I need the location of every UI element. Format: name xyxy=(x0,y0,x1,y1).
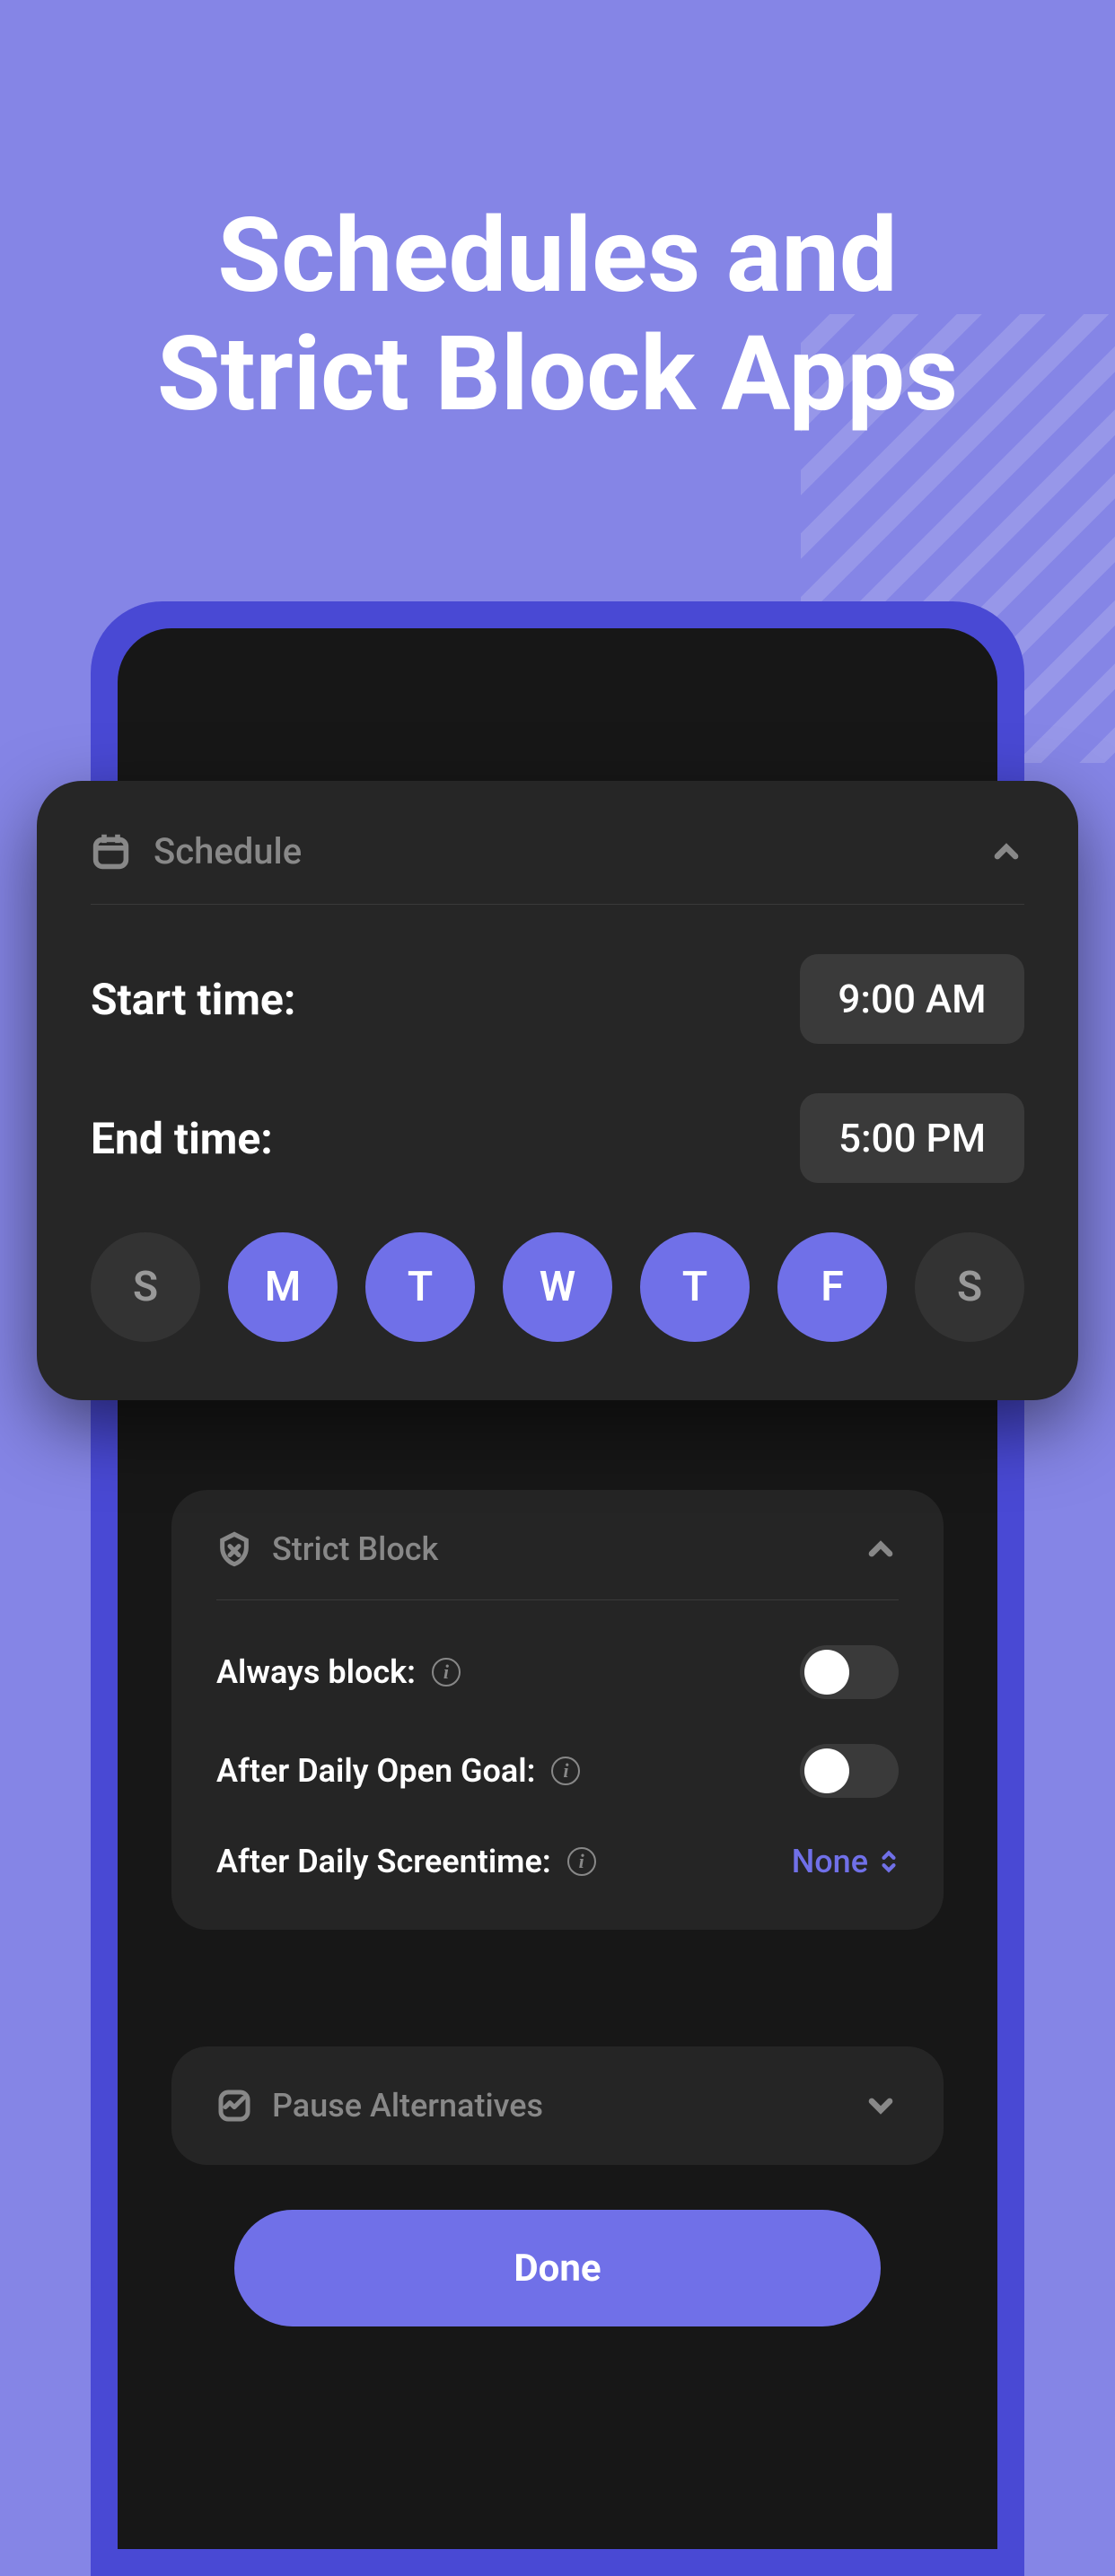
screentime-select[interactable]: None xyxy=(792,1843,899,1880)
chevron-up-icon xyxy=(863,1531,899,1567)
daily-open-goal-label: After Daily Open Goal: xyxy=(216,1752,535,1790)
end-time-row: End time: 5:00 PM xyxy=(91,1093,1024,1183)
start-time-value[interactable]: 9:00 AM xyxy=(800,954,1024,1044)
chevron-down-icon xyxy=(863,2088,899,2124)
strict-block-title: Strict Block xyxy=(272,1530,438,1568)
activity-icon xyxy=(216,2088,252,2124)
info-icon[interactable]: i xyxy=(567,1847,596,1876)
hero-title-line1: Schedules and xyxy=(0,197,1115,316)
day-saturday[interactable]: S xyxy=(915,1232,1024,1342)
shield-icon xyxy=(216,1531,252,1567)
start-time-label: Start time: xyxy=(91,974,295,1025)
pause-alternatives-card[interactable]: Pause Alternatives xyxy=(171,2046,944,2165)
screentime-value: None xyxy=(792,1843,868,1880)
day-wednesday[interactable]: W xyxy=(503,1232,612,1342)
day-sunday[interactable]: S xyxy=(91,1232,200,1342)
calendar-icon xyxy=(91,831,131,872)
day-thursday[interactable]: T xyxy=(640,1232,750,1342)
done-button[interactable]: Done xyxy=(234,2210,881,2326)
pause-alternatives-title: Pause Alternatives xyxy=(272,2087,543,2125)
info-icon[interactable]: i xyxy=(551,1757,580,1785)
strict-block-header[interactable]: Strict Block xyxy=(216,1530,899,1600)
schedule-header[interactable]: Schedule xyxy=(91,830,1024,905)
chevron-up-icon xyxy=(988,834,1024,870)
daily-open-goal-row: After Daily Open Goal: i xyxy=(216,1744,899,1798)
end-time-label: End time: xyxy=(91,1113,273,1164)
info-icon[interactable]: i xyxy=(432,1658,461,1687)
day-friday[interactable]: F xyxy=(777,1232,887,1342)
updown-icon xyxy=(879,1849,899,1874)
day-tuesday[interactable]: T xyxy=(365,1232,475,1342)
strict-block-card: Strict Block Always block: i After Daily… xyxy=(171,1490,944,1930)
hero-title-line2: Strict Block Apps xyxy=(0,316,1115,434)
always-block-row: Always block: i xyxy=(216,1645,899,1699)
start-time-row: Start time: 9:00 AM xyxy=(91,954,1024,1044)
daily-screentime-row: After Daily Screentime: i None xyxy=(216,1843,899,1880)
hero-title: Schedules and Strict Block Apps xyxy=(0,197,1115,435)
daily-screentime-label: After Daily Screentime: xyxy=(216,1843,551,1880)
end-time-value[interactable]: 5:00 PM xyxy=(800,1093,1024,1183)
done-button-label: Done xyxy=(514,2247,601,2291)
days-of-week: SMTWTFS xyxy=(91,1232,1024,1342)
schedule-card: Schedule Start time: 9:00 AM End time: 5… xyxy=(37,781,1078,1400)
always-block-toggle[interactable] xyxy=(800,1645,899,1699)
daily-open-goal-toggle[interactable] xyxy=(800,1744,899,1798)
always-block-label: Always block: xyxy=(216,1653,416,1691)
schedule-title: Schedule xyxy=(154,830,302,872)
day-monday[interactable]: M xyxy=(228,1232,338,1342)
